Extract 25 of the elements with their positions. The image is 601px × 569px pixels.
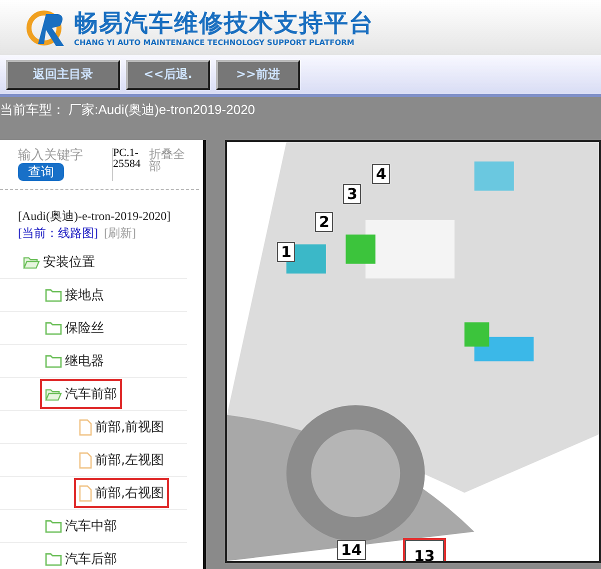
tree-item[interactable]: 汽车前部 <box>40 379 122 409</box>
callout-number: 13 <box>405 540 444 561</box>
tree-item[interactable]: 前部,前视图 <box>74 412 170 442</box>
tree-item[interactable]: 继电器 <box>40 346 109 376</box>
current-view-label: [当前：线路图] <box>18 225 98 242</box>
tree-item[interactable]: 安装位置 <box>18 247 100 277</box>
tree-item[interactable]: 保险丝 <box>40 313 109 343</box>
current-vehicle: 当前车型： 厂家:Audi(奥迪)e-tron2019-2020 <box>0 101 256 119</box>
tree-item[interactable]: 接地点 <box>40 280 109 310</box>
callout-number: 1 <box>277 242 296 262</box>
tree-item[interactable]: 前部,右视图 <box>74 478 170 508</box>
tree-item[interactable]: 汽车中部 <box>40 511 122 541</box>
callout-number: 14 <box>337 540 366 560</box>
query-button[interactable]: 查询 <box>18 163 64 181</box>
tree-item[interactable]: 汽车后部 <box>40 544 122 569</box>
callout-number: 2 <box>315 212 334 232</box>
document-icon <box>79 452 92 468</box>
document-icon <box>79 418 92 436</box>
document-code: PC.1-25584 <box>112 148 143 181</box>
tree-item[interactable]: 前部,左视图 <box>74 445 170 475</box>
document-icon <box>79 484 92 502</box>
callout-number: 3 <box>343 184 362 204</box>
model-label: [Audi(奥迪)-e-tron-2019-2020] <box>18 208 172 225</box>
callout-number: 4 <box>372 164 390 184</box>
platform-title: 畅易汽车维修技术支持平台 <box>74 8 374 38</box>
